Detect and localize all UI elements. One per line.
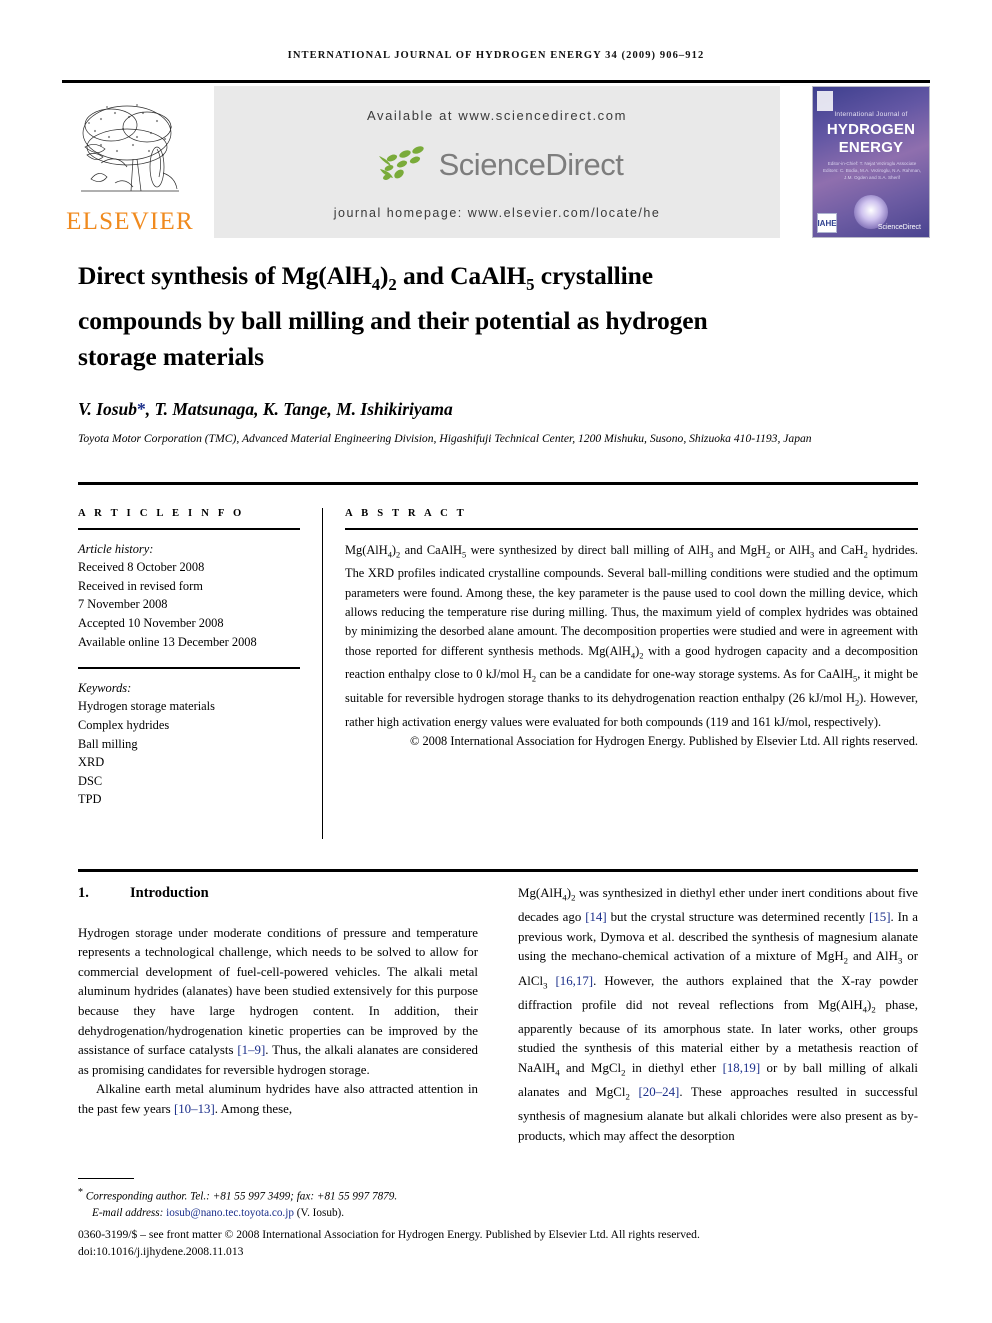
paragraph: Hydrogen storage under moderate conditio… — [78, 925, 478, 1077]
history-item: Received 8 October 2008 — [78, 560, 205, 575]
section-heading-introduction: 1. Introduction — [78, 884, 478, 904]
abstract-copyright: © 2008 International Association for Hyd… — [409, 734, 918, 749]
citation-ref[interactable]: [14] — [585, 910, 606, 924]
masthead: ELSEVIER Available at www.sciencedirect.… — [62, 86, 930, 238]
history-item: 7 November 2008 — [78, 597, 168, 612]
title-line-3: storage materials — [78, 342, 264, 372]
email-owner: (V. Iosub). — [296, 1207, 345, 1220]
paper-page: International Journal of Hydrogen Energy… — [0, 0, 992, 1323]
citation-ref[interactable]: [1–9] — [237, 1043, 265, 1057]
article-info-heading: A R T I C L E I N F O — [78, 508, 245, 519]
sciencedirect-panel: Available at www.sciencedirect.com Scien… — [214, 86, 780, 238]
affiliation: Toyota Motor Corporation (TMC), Advanced… — [78, 432, 812, 445]
keywords-label: Keywords: — [78, 680, 132, 695]
email-label: E-mail address: — [92, 1207, 164, 1220]
paragraph: Alkaline earth metal aluminum hydrides h… — [78, 1082, 478, 1116]
cover-publisher-mark — [817, 91, 833, 111]
paragraph: Mg(AlH4)2 was synthesized in diethyl eth… — [518, 886, 919, 1143]
cover-editors: Editor-in-Chief: T. Nejat Veziroglu Asso… — [822, 161, 922, 180]
citation-ref[interactable]: [18,19] — [723, 1061, 761, 1075]
corresponding-author-note: * Corresponding author. Tel.: +81 55 997… — [78, 1185, 918, 1205]
cover-iahe-badge: IAHE — [817, 213, 837, 233]
abstract-column: A B S T R A C T Mg(AlH4)2 and CaAlH5 wer… — [345, 508, 918, 751]
doi-line: doi:10.1016/j.ijhydene.2008.11.013 — [78, 1245, 244, 1258]
keyword-item: XRD — [78, 755, 105, 770]
cover-title-line-1: HYDROGEN — [826, 121, 916, 138]
citation-ref[interactable]: [20–24] — [639, 1085, 680, 1099]
keyword-item: TPD — [78, 792, 102, 807]
keyword-item: DSC — [78, 773, 103, 788]
available-at-text: Available at www.sciencedirect.com — [366, 108, 628, 123]
sciencedirect-wordmark: ScienceDirect — [438, 146, 624, 182]
history-item: Accepted 10 November 2008 — [78, 615, 224, 630]
article-info-column: A R T I C L E I N F O Article history: R… — [78, 508, 300, 809]
history-item: Received in revised form — [78, 578, 203, 593]
section-title: Introduction — [130, 885, 209, 901]
column-divider — [322, 508, 323, 839]
keywords-divider — [78, 667, 300, 669]
elsevier-logo: ELSEVIER — [62, 86, 198, 238]
corresponding-author-marker: * — [137, 399, 146, 419]
abstract-heading: A B S T R A C T — [345, 508, 467, 519]
imprint-block: 0360-3199/$ – see front matter © 2008 In… — [78, 1226, 923, 1260]
footnote-block: * Corresponding author. Tel.: +81 55 997… — [78, 1185, 918, 1222]
keyword-item: Hydrogen storage materials — [78, 699, 215, 714]
abstract-divider — [345, 528, 918, 530]
keywords-block: Keywords: Hydrogen storage materials Com… — [78, 679, 300, 809]
citation-ref[interactable]: [10–13] — [174, 1102, 215, 1116]
cover-eyebrow: International Journal of — [834, 111, 908, 118]
running-head: International Journal of Hydrogen Energy… — [287, 50, 705, 61]
header-rule — [62, 80, 930, 83]
cover-title-line-2: ENERGY — [838, 139, 904, 156]
author-list: V. Iosub*, T. Matsunaga, K. Tange, M. Is… — [78, 399, 453, 419]
title-line-2: compounds by ball milling and their pote… — [78, 306, 708, 336]
corresponding-author-text: Corresponding author. Tel.: +81 55 997 3… — [85, 1190, 398, 1203]
cover-sciencedirect-mark: ScienceDirect — [877, 224, 921, 231]
elsevier-wordmark: ELSEVIER — [66, 208, 194, 235]
page-title: Direct synthesis of Mg(AlH4)2 and CaAlH5… — [78, 258, 918, 375]
abstract-body: Mg(AlH4)2 and CaAlH5 were synthesized by… — [345, 542, 918, 729]
body-column-left: 1. Introduction Hydrogen storage under m… — [78, 884, 478, 1120]
imprint-line: 0360-3199/$ – see front matter © 2008 In… — [78, 1228, 700, 1241]
citation-ref[interactable]: [15] — [869, 910, 890, 924]
sciencedirect-leaves-icon — [378, 145, 424, 180]
metadata-rule — [78, 482, 918, 485]
body-column-right: Mg(AlH4)2 was synthesized in diethyl eth… — [518, 884, 918, 1147]
elsevier-tree-icon — [81, 104, 179, 192]
article-history: Article history: Received 8 October 2008… — [78, 540, 300, 652]
email-note: E-mail address: iosub@nano.tec.toyota.co… — [78, 1205, 918, 1221]
journal-homepage-text: journal homepage: www.elsevier.com/locat… — [333, 206, 661, 220]
keyword-item: Ball milling — [78, 736, 138, 751]
history-item: Available online 13 December 2008 — [78, 634, 257, 649]
article-history-label: Article history: — [78, 541, 154, 556]
footnote-rule — [78, 1178, 134, 1180]
citation-ref[interactable]: [16,17] — [556, 974, 594, 988]
article-info-divider — [78, 528, 300, 530]
email-link[interactable]: iosub@nano.tec.toyota.co.jp — [166, 1207, 294, 1219]
body-rule — [78, 869, 918, 872]
title-line-1: Direct synthesis of Mg(AlH4)2 and CaAlH5… — [78, 261, 653, 295]
section-number: 1. — [78, 885, 89, 901]
journal-cover-thumbnail: International Journal of HYDROGEN ENERGY… — [812, 86, 930, 238]
footnote-star: * — [78, 1187, 83, 1198]
sciencedirect-logo: ScienceDirect — [371, 144, 624, 186]
keyword-item: Complex hydrides — [78, 717, 170, 732]
